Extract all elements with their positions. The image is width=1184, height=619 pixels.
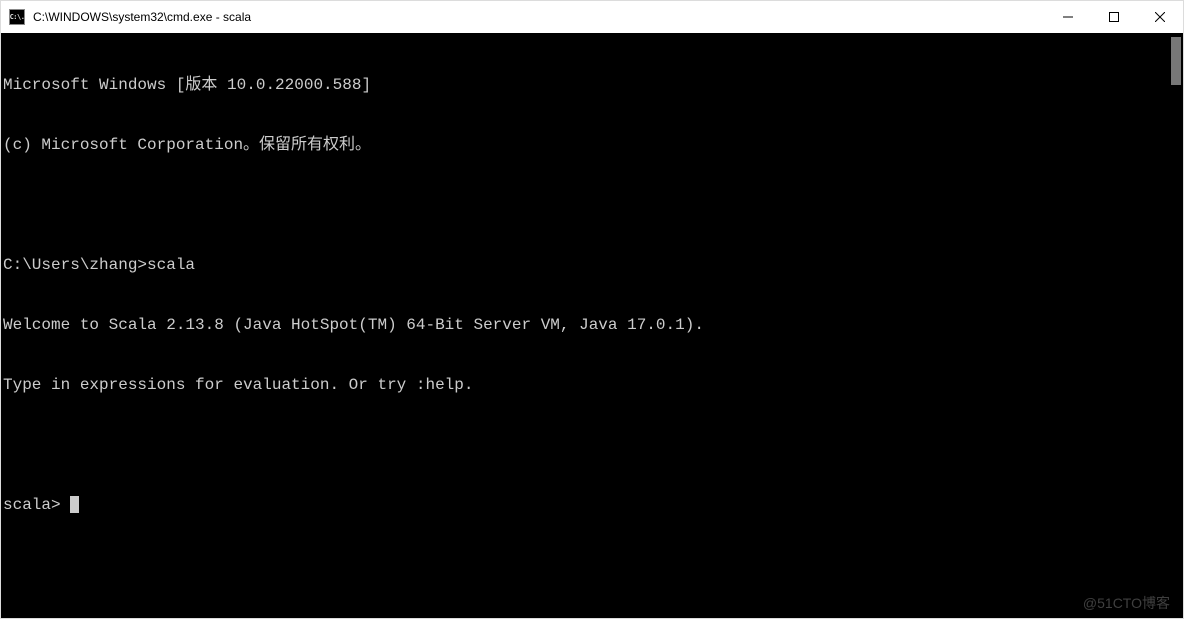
window: C:\. C:\WINDOWS\system32\cmd.exe - scala	[0, 0, 1184, 619]
window-controls	[1045, 1, 1183, 33]
scala-prompt: scala>	[3, 496, 70, 514]
maximize-icon	[1109, 12, 1119, 22]
close-icon	[1155, 12, 1165, 22]
titlebar[interactable]: C:\. C:\WINDOWS\system32\cmd.exe - scala	[1, 1, 1183, 33]
close-button[interactable]	[1137, 1, 1183, 33]
scrollbar[interactable]	[1169, 33, 1183, 618]
terminal-line: (c) Microsoft Corporation。保留所有权利。	[3, 135, 1169, 155]
minimize-button[interactable]	[1045, 1, 1091, 33]
window-title: C:\WINDOWS\system32\cmd.exe - scala	[33, 10, 251, 24]
maximize-button[interactable]	[1091, 1, 1137, 33]
cursor	[70, 496, 79, 513]
terminal-line	[3, 435, 1169, 455]
titlebar-left: C:\. C:\WINDOWS\system32\cmd.exe - scala	[9, 9, 251, 25]
terminal-line: Microsoft Windows [版本 10.0.22000.588]	[3, 75, 1169, 95]
terminal-prompt-line: scala>	[3, 495, 1169, 515]
cmd-icon: C:\.	[9, 9, 25, 25]
terminal-line: C:\Users\zhang>scala	[3, 255, 1169, 275]
scrollbar-thumb[interactable]	[1171, 37, 1181, 85]
terminal-container: Microsoft Windows [版本 10.0.22000.588] (c…	[1, 33, 1183, 618]
terminal-line: Type in expressions for evaluation. Or t…	[3, 375, 1169, 395]
minimize-icon	[1063, 12, 1073, 22]
terminal-line	[3, 195, 1169, 215]
terminal[interactable]: Microsoft Windows [版本 10.0.22000.588] (c…	[1, 33, 1169, 618]
terminal-line: Welcome to Scala 2.13.8 (Java HotSpot(TM…	[3, 315, 1169, 335]
